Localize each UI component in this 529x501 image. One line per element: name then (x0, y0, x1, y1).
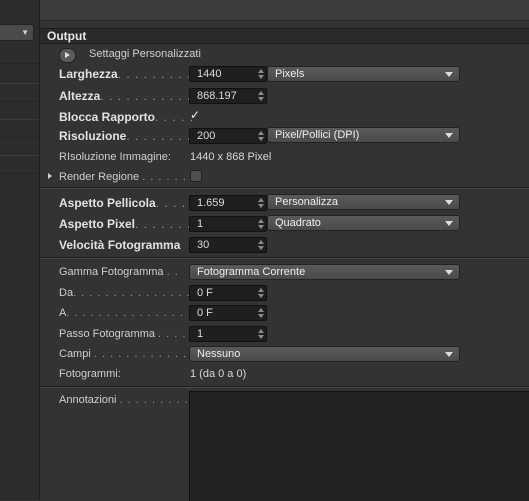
to-value: 0 F (197, 307, 213, 319)
chevron-down-icon (445, 200, 453, 205)
frames-label: Fotogrammi: (59, 368, 121, 380)
from-field[interactable]: 0 F (189, 285, 267, 301)
resolution-label: Risoluzione. . . . . . . . . (59, 129, 201, 143)
frame-rate-label: Velocità Fotogramma (59, 238, 181, 252)
fields-value: Nessuno (197, 348, 241, 360)
resolution-field[interactable]: 200 (189, 128, 267, 144)
width-field[interactable]: 1440 (189, 66, 267, 82)
frame-step-field[interactable]: 1 (189, 326, 267, 342)
divider (40, 386, 529, 388)
frame-step-label: Passo Fotogramma . . . . (59, 328, 187, 340)
width-unit-value: Pixels (275, 68, 305, 80)
stepper-icon[interactable] (258, 286, 264, 300)
resolution-unit-value: Pixel/Pollici (DPI) (275, 129, 360, 141)
frame-range-label: Gamma Fotogramma . . (59, 266, 179, 278)
notes-label: Annotazioni . . . . . . . . . . (59, 394, 197, 406)
settings-label: Settaggi Personalizzati (89, 48, 201, 60)
divider (40, 187, 529, 189)
notes-textarea[interactable] (189, 391, 529, 501)
frame-rate-field[interactable]: 30 (189, 237, 267, 253)
left-divider (0, 101, 39, 102)
stepper-icon[interactable] (258, 89, 264, 103)
film-aspect-dropdown[interactable]: Personalizza (267, 194, 460, 210)
film-aspect-label: Aspetto Pellicola. . . . . (59, 196, 195, 210)
left-divider (0, 155, 39, 156)
image-resolution-label: RIsoluzione Immagine: (59, 151, 171, 163)
fields-label: Campi . . . . . . . . . . . . . . (59, 348, 204, 360)
frame-range-value: Fotogramma Corrente (197, 266, 306, 278)
stepper-icon[interactable] (258, 129, 264, 143)
frame-rate-value: 30 (197, 239, 210, 251)
film-aspect-field[interactable]: 1.659 (189, 195, 267, 211)
section-title: Output (47, 29, 87, 43)
width-value: 1440 (197, 68, 222, 80)
stepper-icon[interactable] (258, 238, 264, 252)
chevron-down-icon (445, 72, 453, 77)
chevron-down-icon (445, 221, 453, 226)
resolution-value: 200 (197, 130, 216, 142)
divider (40, 257, 529, 259)
render-region-checkbox[interactable] (190, 170, 202, 182)
pixel-aspect-dropdown[interactable]: Quadrato (267, 215, 460, 231)
left-divider (0, 119, 39, 120)
width-label: Larghezza. . . . . . . . . . . (59, 67, 209, 81)
film-aspect-value: 1.659 (197, 197, 225, 209)
frame-range-dropdown[interactable]: Fotogramma Corrente (189, 264, 460, 280)
left-divider (0, 137, 39, 138)
left-panel-dropdown[interactable]: ▼ (0, 24, 34, 41)
film-aspect-preset: Personalizza (275, 196, 338, 208)
left-divider (0, 63, 39, 64)
chevron-down-icon (445, 352, 453, 357)
lock-ratio-label: Blocca Rapporto. . . . . (59, 110, 195, 124)
top-strip (40, 0, 529, 21)
stepper-icon[interactable] (258, 306, 264, 320)
lock-ratio-checkbox[interactable]: ✓ (190, 109, 201, 121)
resolution-unit-dropdown[interactable]: Pixel/Pollici (DPI) (267, 127, 460, 143)
chevron-down-icon: ▼ (21, 28, 29, 37)
settings-expand-button[interactable] (59, 48, 76, 63)
image-resolution-value: 1440 x 868 Pixel (190, 151, 272, 163)
left-divider (0, 83, 39, 84)
stepper-icon[interactable] (258, 327, 264, 341)
height-field[interactable]: 868.197 (189, 88, 267, 104)
pixel-aspect-value: 1 (197, 218, 204, 230)
fields-dropdown[interactable]: Nessuno (189, 346, 460, 362)
chevron-down-icon (445, 270, 453, 275)
stepper-icon[interactable] (258, 217, 264, 231)
render-region-label: Render Regione . . . . . . . (59, 171, 195, 183)
height-value: 868.197 (197, 90, 237, 102)
width-unit-dropdown[interactable]: Pixels (267, 66, 460, 82)
play-arrow-icon (65, 52, 70, 58)
expand-arrow-icon[interactable] (48, 173, 52, 179)
left-divider (0, 173, 39, 174)
left-panel: ▼ (0, 0, 40, 500)
frames-value: 1 (da 0 a 0) (190, 368, 247, 380)
height-label: Altezza. . . . . . . . . . . . . (59, 89, 209, 103)
section-header: Output (40, 28, 529, 44)
pixel-aspect-field[interactable]: 1 (189, 216, 267, 232)
from-value: 0 F (197, 287, 213, 299)
stepper-icon[interactable] (258, 67, 264, 81)
pixel-aspect-label: Aspetto Pixel. . . . . . . . (59, 217, 201, 231)
to-field[interactable]: 0 F (189, 305, 267, 321)
chevron-down-icon (445, 133, 453, 138)
stepper-icon[interactable] (258, 196, 264, 210)
pixel-aspect-preset: Quadrato (275, 217, 321, 229)
frame-step-value: 1 (197, 328, 204, 340)
